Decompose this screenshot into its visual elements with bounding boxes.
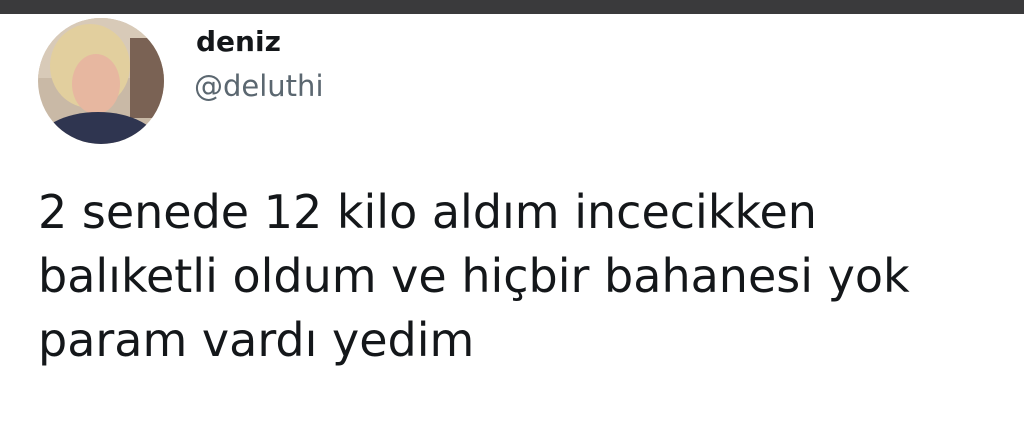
tweet-text-line: balıketli oldum ve hiçbir bahanesi yok bbox=[38, 249, 910, 303]
user-handle[interactable]: @deluthi bbox=[194, 72, 324, 101]
avatar-icon bbox=[38, 18, 164, 144]
tweet-text-line: 2 senede 12 kilo aldım incecikken bbox=[38, 185, 817, 239]
tweet-text-line: param vardı yedim bbox=[38, 313, 475, 367]
top-bar bbox=[0, 0, 1024, 14]
tweet-card: deniz @deluthi 2 senede 12 kilo aldım in… bbox=[0, 14, 1024, 425]
display-name[interactable]: deniz bbox=[196, 28, 281, 56]
tweet-text: 2 senede 12 kilo aldım incecikken balıke… bbox=[38, 180, 1024, 372]
avatar[interactable] bbox=[38, 18, 164, 144]
